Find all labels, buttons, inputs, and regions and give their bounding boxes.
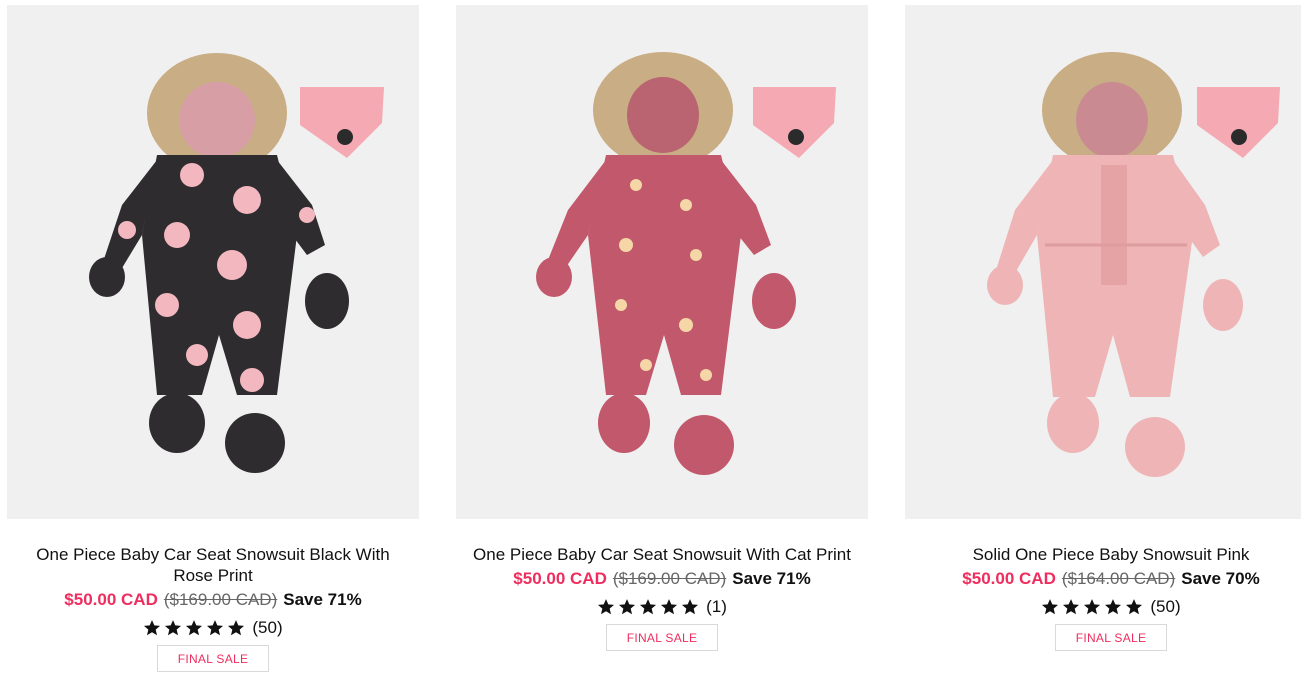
star-icon: [165, 620, 182, 636]
rating[interactable]: (50): [905, 596, 1301, 618]
star-icon: [1126, 599, 1143, 615]
product-image[interactable]: [7, 5, 419, 519]
snowsuit-illustration: [987, 52, 1280, 477]
final-sale-badge: FINAL SALE: [1054, 624, 1168, 651]
star-icon: [144, 620, 161, 636]
save-percent: Save 71%: [283, 590, 362, 609]
price-row: $50.00 CAD ($169.00 CAD) Save 71%: [7, 589, 419, 611]
product-title[interactable]: Solid One Piece Baby Snowsuit Pink: [905, 544, 1301, 565]
star-rating: [597, 598, 699, 616]
review-count: (50): [1150, 597, 1181, 616]
product-info: Solid One Piece Baby Snowsuit Pink $50.0…: [905, 544, 1301, 651]
original-price: ($169.00 CAD): [612, 569, 727, 588]
original-price: ($164.00 CAD): [1061, 569, 1176, 588]
product-image[interactable]: [905, 5, 1301, 519]
final-sale-badge: FINAL SALE: [156, 645, 270, 672]
star-rating: [1041, 598, 1143, 616]
review-count: (1): [706, 597, 727, 616]
final-sale-badge: FINAL SALE: [605, 624, 719, 651]
product-card[interactable]: One Piece Baby Car Seat Snowsuit Black W…: [7, 5, 419, 672]
price-row: $50.00 CAD ($169.00 CAD) Save 71%: [456, 568, 868, 590]
star-icon: [619, 599, 636, 615]
rating[interactable]: (1): [456, 596, 868, 618]
product-title[interactable]: One Piece Baby Car Seat Snowsuit Black W…: [7, 544, 419, 586]
star-icon: [661, 599, 678, 615]
review-count: (50): [252, 618, 283, 637]
product-card[interactable]: Solid One Piece Baby Snowsuit Pink $50.0…: [905, 5, 1301, 651]
star-icon: [207, 620, 224, 636]
sale-price: $50.00 CAD: [64, 590, 158, 609]
snowsuit-illustration: [536, 52, 836, 475]
product-image[interactable]: [456, 5, 868, 519]
star-icon: [186, 620, 203, 636]
star-icon: [640, 599, 657, 615]
star-icon: [228, 620, 245, 636]
sale-price: $50.00 CAD: [513, 569, 607, 588]
product-info: One Piece Baby Car Seat Snowsuit Black W…: [7, 544, 419, 672]
rating[interactable]: (50): [7, 617, 419, 639]
star-icon: [1084, 599, 1101, 615]
product-info: One Piece Baby Car Seat Snowsuit With Ca…: [456, 544, 868, 651]
price-row: $50.00 CAD ($164.00 CAD) Save 70%: [905, 568, 1301, 590]
product-card[interactable]: One Piece Baby Car Seat Snowsuit With Ca…: [456, 5, 868, 651]
star-icon: [682, 599, 699, 615]
product-title[interactable]: One Piece Baby Car Seat Snowsuit With Ca…: [456, 544, 868, 565]
star-icon: [598, 599, 615, 615]
save-percent: Save 70%: [1181, 569, 1260, 588]
star-icon: [1063, 599, 1080, 615]
star-icon: [1042, 599, 1059, 615]
sale-price: $50.00 CAD: [962, 569, 1056, 588]
original-price: ($169.00 CAD): [163, 590, 278, 609]
star-rating: [143, 619, 245, 637]
snowsuit-illustration: [89, 53, 384, 473]
save-percent: Save 71%: [732, 569, 811, 588]
star-icon: [1105, 599, 1122, 615]
